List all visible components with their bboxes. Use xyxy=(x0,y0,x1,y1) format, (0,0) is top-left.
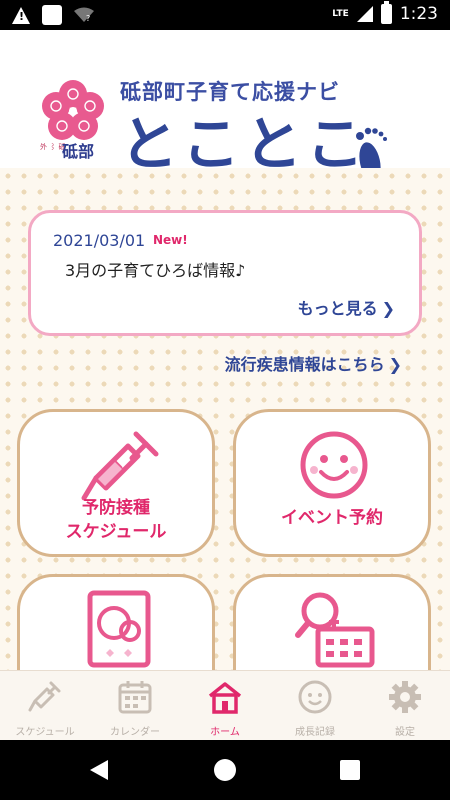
recents-icon[interactable] xyxy=(340,760,360,780)
status-bar: ? LTE 1:23 xyxy=(0,0,450,30)
nav-label-home: ホーム xyxy=(210,727,240,738)
facility-search-tile[interactable] xyxy=(233,574,431,670)
svg-text:?: ? xyxy=(86,14,90,23)
news-title[interactable]: 3月の子育てひろば情報♪ xyxy=(65,257,245,281)
mother-child-handbook-tile[interactable] xyxy=(17,574,215,670)
gear-icon xyxy=(389,681,421,713)
nav-label-schedule: スケジュール xyxy=(15,727,75,738)
news-date: 2021/03/01 xyxy=(53,231,146,250)
epidemic-info-link[interactable]: 流行疾患情報はこちら ❯ xyxy=(225,351,402,375)
search-facility-icon xyxy=(295,592,375,668)
baby-face-icon xyxy=(298,680,332,714)
nav-label-settings: 設定 xyxy=(395,727,415,738)
plum-blossom-logo xyxy=(42,80,104,140)
nav-item-settings[interactable]: 設定 xyxy=(360,671,450,741)
nav-item-calendar[interactable]: カレンダー xyxy=(90,671,180,741)
smiley-face-icon xyxy=(300,431,368,499)
vaccination-label-line1: 予防接種 xyxy=(82,498,150,518)
new-badge: New! xyxy=(153,233,188,247)
nav-item-growth-record[interactable]: 成長記録 xyxy=(270,671,360,741)
warning-icon xyxy=(12,6,30,24)
calendar-icon xyxy=(118,681,152,714)
event-label: イベント予約 xyxy=(281,508,383,528)
vaccination-schedule-tile[interactable]: 予防接種スケジュール xyxy=(17,409,215,557)
signal-icon xyxy=(356,6,373,22)
back-icon[interactable] xyxy=(90,760,108,780)
nav-label-calendar: カレンダー xyxy=(110,727,160,738)
town-name: 砥部 xyxy=(62,142,95,161)
nav-label-growth-record: 成長記録 xyxy=(295,727,335,738)
app-header: 外 ⌇ 砥 砥部 砥部町子育て応援ナビ とことこ xyxy=(0,30,450,182)
bottom-navigation: スケジュール カレンダー ホーム 成長記録 設定 xyxy=(0,670,450,740)
system-navigation-bar xyxy=(0,740,450,800)
app-notification-icon xyxy=(42,5,62,25)
clock: 1:23 xyxy=(399,4,438,24)
nav-item-schedule[interactable]: スケジュール xyxy=(0,671,90,741)
chevron-right-icon: ❯ xyxy=(381,299,395,318)
syringe-icon xyxy=(28,681,61,712)
epidemic-info-label: 流行疾患情報はこちら xyxy=(224,355,385,374)
mother-child-book-icon xyxy=(87,590,151,668)
home-content: 2021/03/01 New! 3月の子育てひろば情報♪ もっと見る ❯ 流行疾患… xyxy=(0,168,450,670)
event-reservation-tile[interactable]: イベント予約 xyxy=(233,409,431,557)
more-news-label: もっと見る xyxy=(297,299,378,318)
home-circle-icon[interactable] xyxy=(214,759,236,781)
home-icon xyxy=(208,682,242,714)
network-type-label: LTE xyxy=(332,8,349,19)
more-news-link[interactable]: もっと見る ❯ xyxy=(298,295,395,319)
nav-item-home[interactable]: ホーム xyxy=(180,671,270,741)
app-subtitle: 砥部町子育て応援ナビ xyxy=(120,80,340,104)
battery-icon xyxy=(380,1,392,24)
chevron-right-icon: ❯ xyxy=(388,355,402,374)
news-card[interactable]: 2021/03/01 New! 3月の子育てひろば情報♪ もっと見る ❯ xyxy=(28,210,422,336)
wifi-icon: ? xyxy=(74,7,94,23)
vaccination-label-line2: スケジュール xyxy=(65,522,167,542)
